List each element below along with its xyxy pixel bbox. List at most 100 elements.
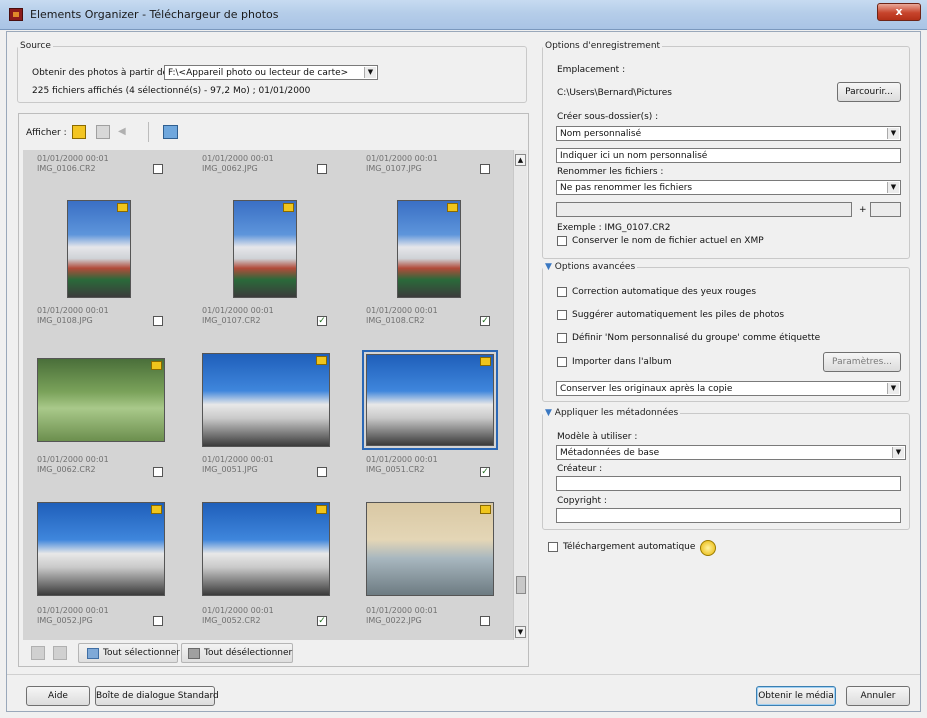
subfolder-label: Créer sous-dossier(s) :	[557, 112, 659, 122]
photo-thumbnail[interactable]	[366, 502, 494, 596]
get-media-button[interactable]: Obtenir le média	[756, 686, 836, 706]
red-eye-checkbox[interactable]	[557, 287, 567, 297]
thumb-checkbox[interactable]	[480, 616, 490, 626]
plus-label: +	[859, 205, 867, 215]
rename-text-input[interactable]	[556, 202, 852, 217]
photo-thumbnail[interactable]	[202, 353, 330, 447]
chevron-down-icon: ▼	[887, 383, 899, 394]
chevron-down-icon: ▼	[364, 67, 376, 78]
auto-download-label: Téléchargement automatique	[563, 542, 696, 552]
help-button[interactable]: Aide	[26, 686, 90, 706]
select-all-label: Tout sélectionner	[103, 648, 180, 658]
standard-dialog-button[interactable]: Boîte de dialogue Standard	[95, 686, 219, 706]
rotate-left-icon[interactable]	[31, 646, 45, 660]
lightbulb-icon[interactable]	[700, 540, 716, 556]
photo-thumbnail[interactable]	[202, 502, 330, 596]
custom-name-input[interactable]: Indiquer ici un nom personnalisé	[556, 148, 901, 163]
browse-button[interactable]: Parcourir...	[837, 82, 901, 102]
settings-button[interactable]: Paramètres...	[823, 352, 901, 372]
close-button[interactable]: x	[877, 3, 921, 21]
expand-icon[interactable]: ▼	[545, 408, 552, 418]
thumb-checkbox[interactable]	[153, 616, 163, 626]
photo-thumbnail[interactable]	[37, 358, 165, 442]
thumb-checkbox[interactable]	[153, 164, 163, 174]
metadata-legend: ▼ Appliquer les métadonnées	[545, 408, 679, 418]
window-title: Elements Organizer - Téléchargeur de pho…	[30, 8, 279, 21]
chevron-down-icon: ▼	[887, 128, 899, 139]
scroll-up-icon[interactable]: ▲	[515, 154, 526, 166]
advanced-legend: ▼ Options avancées	[545, 262, 636, 272]
photo-badge-icon	[151, 505, 162, 514]
keep-name-checkbox[interactable]	[557, 236, 567, 246]
thumb-meta: 01/01/2000 00:01 IMG_0107.JPG	[366, 154, 438, 173]
template-dropdown[interactable]: Métadonnées de base ▼	[556, 445, 906, 460]
group-tag-label: Définir 'Nom personnalisé du groupe' com…	[572, 333, 821, 343]
location-value: C:\Users\Bernard\Pictures	[557, 88, 672, 98]
photo-filter-icon[interactable]	[72, 125, 86, 139]
creator-input[interactable]	[556, 476, 901, 491]
thumb-checkbox[interactable]	[153, 316, 163, 326]
thumb-meta: 01/01/2000 00:01 IMG_0051.JPG	[202, 455, 274, 474]
album-label: Importer dans l'album	[572, 357, 672, 367]
thumb-meta: 01/01/2000 00:01 IMG_0022.JPG	[366, 606, 438, 625]
title-bar: Elements Organizer - Téléchargeur de pho…	[0, 0, 927, 30]
originals-value: Conserver les originaux après la copie	[560, 384, 733, 394]
album-checkbox[interactable]	[557, 357, 567, 367]
rename-dropdown[interactable]: Ne pas renommer les fichiers ▼	[556, 180, 901, 195]
show-label: Afficher :	[26, 128, 67, 138]
photo-badge-icon	[283, 203, 294, 212]
copyright-label: Copyright :	[557, 496, 607, 506]
photo-thumbnail[interactable]	[233, 200, 297, 298]
thumb-checkbox[interactable]	[317, 164, 327, 174]
rotate-right-icon[interactable]	[53, 646, 67, 660]
creator-label: Créateur :	[557, 464, 603, 474]
thumb-checkbox[interactable]: ✓	[480, 316, 490, 326]
red-eye-label: Correction automatique des yeux rouges	[572, 287, 757, 297]
copyright-input[interactable]	[556, 508, 901, 523]
scroll-thumb[interactable]	[516, 576, 526, 594]
app-icon	[9, 8, 23, 21]
source-legend: Source	[20, 41, 51, 51]
example-label: Exemple : IMG_0107.CR2	[557, 223, 671, 233]
rename-value: Ne pas renommer les fichiers	[560, 183, 693, 193]
deselect-all-button[interactable]: Tout désélectionner	[181, 643, 293, 663]
photo-badge-icon	[316, 505, 327, 514]
thumb-checkbox[interactable]	[153, 467, 163, 477]
thumb-meta: 01/01/2000 00:01 IMG_0051.CR2	[366, 455, 438, 474]
source-dropdown[interactable]: F:\<Appareil photo ou lecteur de carte> …	[164, 65, 378, 80]
cancel-button[interactable]: Annuler	[846, 686, 910, 706]
rename-number-input[interactable]	[870, 202, 901, 217]
expand-icon[interactable]: ▼	[545, 262, 552, 272]
thumb-checkbox[interactable]: ✓	[317, 316, 327, 326]
photo-badge-icon	[480, 505, 491, 514]
view-toggle-icon[interactable]	[163, 125, 178, 139]
photo-badge-icon	[480, 357, 491, 366]
thumb-meta: 01/01/2000 00:01 IMG_0108.JPG	[37, 306, 109, 325]
subfolder-dropdown[interactable]: Nom personnalisé ▼	[556, 126, 901, 141]
auto-download-checkbox[interactable]	[548, 542, 558, 552]
photo-thumbnail[interactable]	[366, 354, 494, 446]
thumb-checkbox[interactable]: ✓	[317, 616, 327, 626]
photo-badge-icon	[151, 361, 162, 370]
photo-thumbnail[interactable]	[67, 200, 131, 298]
stacks-checkbox[interactable]	[557, 310, 567, 320]
photo-thumbnail[interactable]	[397, 200, 461, 298]
thumb-checkbox[interactable]	[480, 164, 490, 174]
thumb-checkbox[interactable]	[317, 467, 327, 477]
originals-dropdown[interactable]: Conserver les originaux après la copie ▼	[556, 381, 901, 396]
template-value: Métadonnées de base	[560, 448, 660, 458]
toolbar-divider	[148, 122, 149, 142]
select-all-button[interactable]: Tout sélectionner	[78, 643, 180, 663]
keep-name-label: Conserver le nom de fichier actuel en XM…	[572, 236, 764, 246]
thumb-checkbox[interactable]: ✓	[480, 467, 490, 477]
video-filter-icon[interactable]	[96, 125, 110, 139]
thumb-meta: 01/01/2000 00:01 IMG_0106.CR2	[37, 154, 109, 173]
select-all-icon	[87, 648, 99, 659]
thumb-meta: 01/01/2000 00:01 IMG_0107.CR2	[202, 306, 274, 325]
group-tag-checkbox[interactable]	[557, 333, 567, 343]
photo-thumbnail[interactable]	[37, 502, 165, 596]
grid-scrollbar[interactable]: ▲ ▼	[513, 150, 527, 640]
scroll-down-icon[interactable]: ▼	[515, 626, 526, 638]
stacks-label: Suggérer automatiquement les piles de ph…	[572, 310, 785, 320]
audio-filter-icon[interactable]: ◀	[118, 126, 130, 138]
